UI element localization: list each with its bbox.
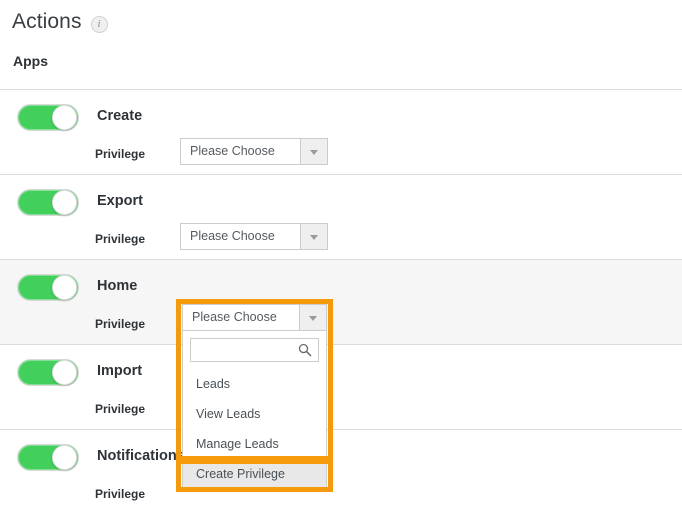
- action-title: Export: [97, 193, 143, 209]
- privilege-label: Privilege: [95, 487, 146, 501]
- privilege-dropdown-open: Please Choose Leads View Leads Manage Le…: [182, 304, 327, 490]
- privilege-label: Privilege: [95, 232, 146, 246]
- dropdown-item-create-privilege[interactable]: Create Privilege: [183, 459, 326, 489]
- dropdown-menu: Leads View Leads Manage Leads Create Pri…: [182, 331, 327, 490]
- toggle-knob: [52, 105, 77, 130]
- privilege-label: Privilege: [95, 402, 146, 416]
- privilege-select-create[interactable]: Please Choose: [180, 138, 328, 165]
- privilege-select-home[interactable]: Please Choose: [182, 304, 327, 331]
- toggle-notifications[interactable]: [17, 444, 79, 471]
- dropdown-item-manage-leads[interactable]: Manage Leads: [183, 429, 326, 459]
- toggle-home[interactable]: [17, 274, 79, 301]
- action-title: Create: [97, 108, 143, 124]
- action-row-create: Create Privilege Please Choose: [0, 89, 682, 174]
- toggle-knob: [52, 190, 77, 215]
- privilege-label: Privilege: [95, 147, 146, 161]
- dropdown-item-view-leads[interactable]: View Leads: [183, 399, 326, 429]
- search-icon: [298, 343, 312, 357]
- page-header: Actions: [12, 10, 108, 34]
- toggle-create[interactable]: [17, 104, 79, 131]
- dropdown-search[interactable]: [190, 338, 319, 362]
- action-row-export: Export Privilege Please Choose: [0, 174, 682, 259]
- toggle-knob: [52, 445, 77, 470]
- section-label-apps: Apps: [13, 53, 48, 69]
- info-icon[interactable]: [90, 15, 108, 33]
- action-row-import: Import Privilege: [0, 344, 682, 429]
- action-title: Home: [97, 278, 138, 294]
- action-title: Notifications: [97, 448, 185, 464]
- toggle-export[interactable]: [17, 189, 79, 216]
- dropdown-item-leads[interactable]: Leads: [183, 369, 326, 399]
- privilege-select-value: Please Choose: [192, 310, 277, 324]
- privilege-label: Privilege: [95, 317, 146, 331]
- chevron-down-icon: [300, 139, 327, 164]
- chevron-down-icon: [299, 305, 326, 330]
- toggle-knob: [52, 360, 77, 385]
- action-row-notifications: Notifications Privilege: [0, 429, 682, 514]
- privilege-select-value: Please Choose: [190, 144, 275, 158]
- action-row-home: Home Privilege: [0, 259, 682, 344]
- actions-list: Create Privilege Please Choose Export Pr…: [0, 89, 682, 514]
- page-title: Actions: [12, 10, 82, 33]
- privilege-select-value: Please Choose: [190, 229, 275, 243]
- privilege-select-export[interactable]: Please Choose: [180, 223, 328, 250]
- dropdown-search-input[interactable]: [191, 339, 301, 361]
- toggle-import[interactable]: [17, 359, 79, 386]
- chevron-down-icon: [300, 224, 327, 249]
- toggle-knob: [52, 275, 77, 300]
- action-title: Import: [97, 363, 143, 379]
